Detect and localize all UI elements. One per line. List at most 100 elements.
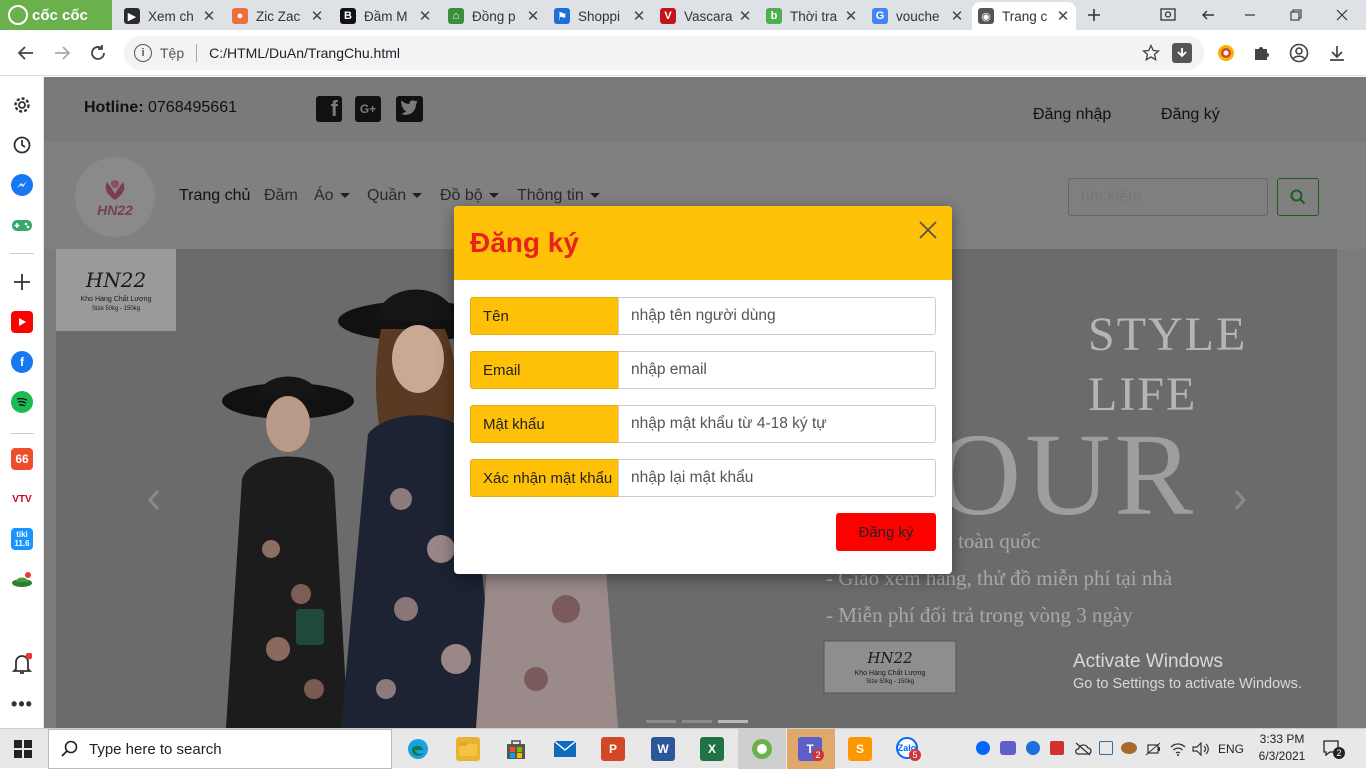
nav-item[interactable]: Trang chủ [179,187,250,205]
teams-taskbar-button[interactable]: T 2 [787,729,835,769]
zalo-tray-icon[interactable] [976,741,990,755]
reload-button[interactable] [84,39,112,67]
carousel-next-button[interactable] [1228,474,1252,524]
zalo-taskbar-button[interactable]: Zalo 5 [896,737,924,765]
confirm-password-input[interactable] [618,459,936,497]
word-icon[interactable]: W [651,737,675,761]
downloads-button[interactable] [1323,39,1351,67]
excel-icon[interactable]: X [700,737,724,761]
tab-close-icon[interactable]: ✕ [632,7,646,25]
name-input[interactable] [618,297,936,335]
browser-tab[interactable]: ⌂ Đồng p ✕ [442,2,546,30]
taskbar-search-box[interactable]: Type here to search [48,729,392,769]
start-button[interactable] [14,740,32,763]
tab-close-icon[interactable]: ✕ [202,7,216,25]
microsoft-store-icon[interactable] [504,737,528,761]
battery-icon[interactable] [1145,742,1161,761]
store-badge-line1: Kho Hàng Chất Lượng [854,670,926,677]
tab-close-icon[interactable]: ✕ [844,7,858,25]
clock[interactable]: 3:33 PM 6/3/2021 [1254,732,1310,763]
new-tab-button[interactable] [1082,4,1106,26]
tab-close-icon[interactable]: ✕ [950,7,964,25]
security-tray-icon[interactable] [1099,741,1113,755]
twitter-icon[interactable] [396,96,423,122]
history-icon[interactable] [11,134,33,156]
back-button[interactable] [12,39,40,67]
nav-item[interactable]: Áo [314,187,350,205]
sublime-text-icon[interactable]: S [848,737,872,761]
coccoc-extension-button[interactable] [1212,39,1240,67]
search-input[interactable] [1068,178,1268,216]
email-input[interactable] [618,351,936,389]
browser-tab[interactable]: ◉ Trang c ✕ [972,2,1076,30]
cloud-off-icon[interactable] [1074,742,1092,761]
browser-tray-icon[interactable] [1026,741,1040,755]
vtv-go-icon[interactable]: VTV [11,488,33,510]
tab-close-icon[interactable]: ✕ [310,7,324,25]
messenger-icon[interactable] [11,174,33,196]
site-logo[interactable]: HN22 [75,157,155,237]
facebook-icon[interactable]: f [11,351,33,373]
extensions-button[interactable] [1247,39,1275,67]
address-bar[interactable]: i Tệp C:/HTML/DuAn/TrangChu.html [124,36,1204,70]
nav-item[interactable]: Quần [367,187,423,205]
google-plus-icon[interactable]: G+ [355,96,381,122]
info-icon[interactable]: i [134,44,152,62]
settings-gear-icon[interactable] [11,94,33,116]
browser-tab[interactable]: ▶ Xem ch ✕ [118,2,222,30]
vascara-tray-icon[interactable] [1050,741,1064,755]
browser-tab[interactable]: B Đầm M ✕ [334,2,438,30]
nav-item[interactable]: Đồ bộ [440,187,499,205]
browser-tab[interactable]: b Thời tra ✕ [760,2,864,30]
more-options-icon[interactable]: ••• [11,693,33,715]
notification-bell-icon[interactable] [11,653,33,675]
wifi-icon[interactable] [1170,742,1186,761]
powerpoint-icon[interactable]: P [601,737,625,761]
forward-button[interactable] [48,39,76,67]
nav-item[interactable]: Đầm [264,187,298,205]
register-link[interactable]: Đăng ký [1161,106,1220,124]
minimize-button[interactable] [1238,4,1262,26]
browser-tab[interactable]: ● Zic Zac ✕ [226,2,330,30]
restore-button[interactable] [1284,4,1308,26]
tab-close-icon[interactable]: ✕ [1056,7,1070,25]
teams-tray-icon[interactable] [1000,741,1016,755]
game-controller-icon[interactable] [11,214,33,236]
mail-icon[interactable] [553,737,577,761]
tab-close-icon[interactable]: ✕ [526,7,540,25]
edge-icon[interactable] [406,737,430,761]
download-page-icon[interactable] [1172,43,1192,63]
browser-tab[interactable]: ⚑ Shoppi ✕ [548,2,652,30]
modal-close-button[interactable] [918,220,938,240]
bookmark-star-icon[interactable] [1141,43,1161,65]
facebook-icon[interactable]: f [316,96,342,122]
address-url[interactable]: C:/HTML/DuAn/TrangChu.html [209,45,400,61]
carousel-prev-button[interactable] [140,474,164,524]
tab-close-icon[interactable]: ✕ [738,7,752,25]
volume-icon[interactable] [1192,741,1210,761]
add-shortcut-icon[interactable] [11,271,33,293]
browser-logo[interactable]: cốc cốc [0,0,112,30]
register-submit-button[interactable]: Đăng ký [836,513,936,551]
tiki-icon[interactable]: tiki 11.6 [11,528,33,550]
youtube-icon[interactable] [11,311,33,333]
password-input[interactable] [618,405,936,443]
browser-tab[interactable]: Gvouche ✕ [866,2,970,30]
green-hat-icon[interactable] [11,568,33,590]
search-button[interactable] [1277,178,1319,216]
coccoc-taskbar-button[interactable] [738,729,786,769]
tab-close-icon[interactable]: ✕ [418,7,432,25]
close-window-button[interactable] [1330,4,1354,26]
file-explorer-icon[interactable] [456,737,480,761]
action-center-button[interactable]: 2 [1322,739,1345,764]
nav-item[interactable]: Thông tin [517,187,600,205]
browser-tab[interactable]: V Vascara ✕ [654,2,758,30]
network-app-tray-icon[interactable] [1121,742,1137,754]
tab-search-button[interactable] [1156,4,1180,26]
back-history-button[interactable] [1196,4,1220,26]
login-link[interactable]: Đăng nhập [1033,106,1111,124]
shopee-icon[interactable]: 66 [11,448,33,470]
language-indicator[interactable]: ENG [1218,742,1244,756]
spotify-icon[interactable] [11,391,33,413]
profile-button[interactable] [1285,39,1313,67]
